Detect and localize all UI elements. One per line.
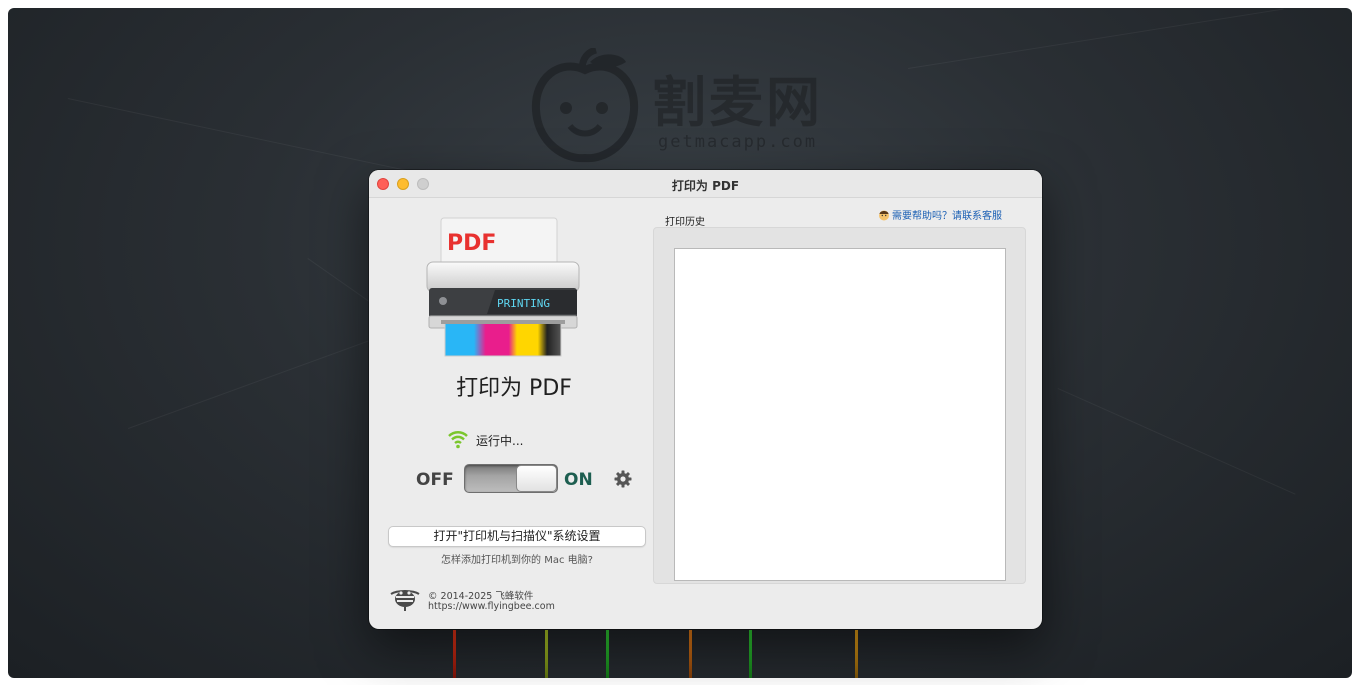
printer-display-text: PRINTING <box>497 297 550 310</box>
scratch <box>128 325 411 429</box>
print-history-panel <box>653 227 1026 584</box>
printer-paper-text: PDF <box>447 231 496 256</box>
print-history-label: 打印历史 <box>665 217 705 228</box>
led-strip <box>689 630 692 678</box>
app-window: 打印为 PDF PDF PRINTING 打印为 PDF 运行中... OFF … <box>369 170 1042 629</box>
add-printer-help-link[interactable]: 怎样添加打印机到你的 Mac 电脑? <box>388 551 646 566</box>
status-text: 运行中... <box>476 434 524 448</box>
led-strip <box>453 630 456 678</box>
toggle-knob[interactable] <box>516 465 557 492</box>
copyright-text: © 2014-2025 飞蜂软件 <box>428 591 534 602</box>
title-bar[interactable]: 打印为 PDF <box>369 170 1042 198</box>
app-name: 打印为 PDF <box>456 376 572 401</box>
led-strip <box>855 630 858 678</box>
scratch <box>1057 388 1296 495</box>
scratch <box>908 8 1284 69</box>
on-off-toggle[interactable] <box>464 464 558 493</box>
print-history-list[interactable] <box>674 248 1006 581</box>
contact-support-link[interactable]: 需要帮助吗？请联系客服 <box>878 207 1002 222</box>
window-title: 打印为 PDF <box>671 179 740 193</box>
led-strip <box>749 630 752 678</box>
led-strip <box>545 630 548 678</box>
gear-icon[interactable] <box>614 470 632 488</box>
switch-off-label: OFF <box>416 470 454 490</box>
watermark: 割麦网 getmacapp.com <box>530 44 860 169</box>
printer-app-icon: PDF PRINTING <box>426 217 580 357</box>
contact-support-text[interactable]: 需要帮助吗？请联系客服 <box>892 211 1002 222</box>
support-avatar-icon <box>879 210 889 221</box>
flyingbee-logo-icon <box>390 590 420 611</box>
watermark-url: getmacapp.com <box>658 132 818 152</box>
open-printers-settings-button[interactable]: 打开"打印机与扫描仪"系统设置 <box>388 526 646 547</box>
led-strip <box>606 630 609 678</box>
watermark-logo-icon <box>531 48 639 163</box>
website-link[interactable]: https://www.flyingbee.com <box>428 601 555 612</box>
wifi-status-icon <box>448 431 468 449</box>
switch-on-label: ON <box>564 470 593 490</box>
watermark-name: 割麦网 <box>652 71 823 134</box>
